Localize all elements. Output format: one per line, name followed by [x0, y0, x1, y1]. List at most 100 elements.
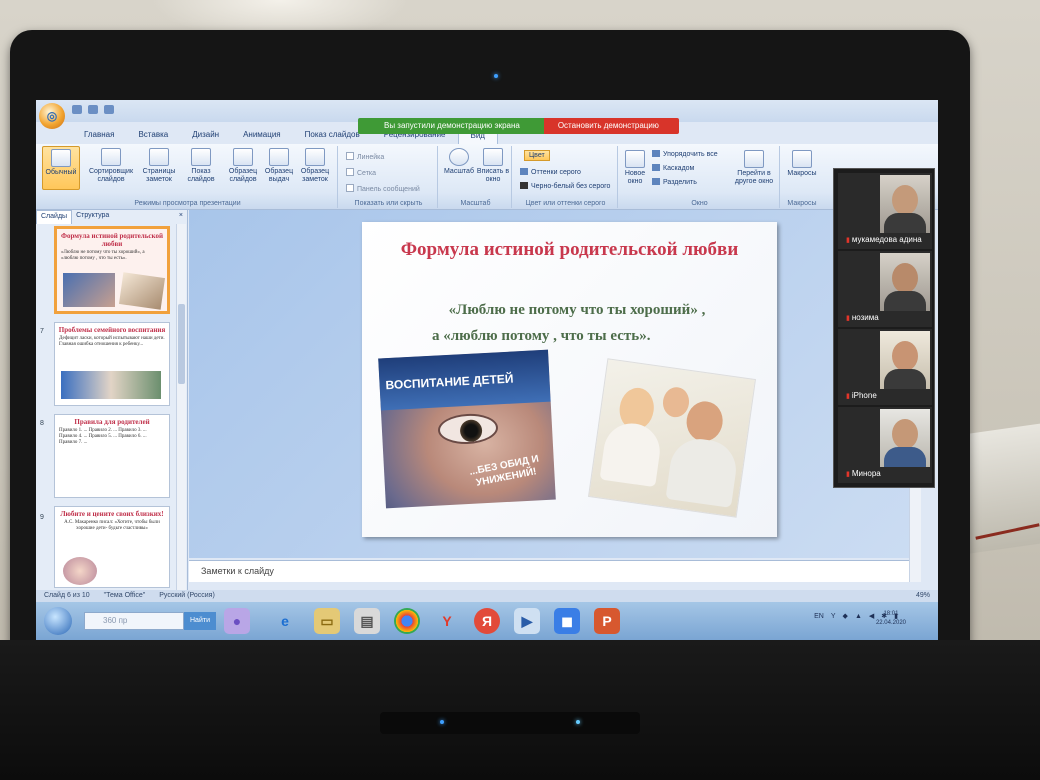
cascade-icon [652, 164, 660, 171]
thumbnail-text: «Люблю не потому что ты хороший», а «люб… [61, 250, 145, 261]
participant-tile[interactable]: Минора [838, 407, 932, 483]
zoom-app-icon[interactable]: ◼ [554, 608, 580, 634]
new-window-button[interactable]: Новое окно [620, 150, 650, 186]
slide-quote-line-2: а «люблю потому , что ты есть». [432, 328, 651, 344]
clock[interactable]: 18:01 22.04.2020 [876, 610, 906, 628]
black-white-icon [520, 182, 528, 189]
switch-window-button[interactable]: Перейти в другое окно [730, 150, 778, 186]
zoom-label: Масштаб [444, 168, 474, 175]
split-button[interactable]: Разделить [652, 178, 697, 186]
volume-icon[interactable]: ◀ [869, 612, 874, 620]
powerpoint-icon[interactable]: P [594, 608, 620, 634]
group-presentation-views: Обычный Сортировщик слайдов Страницы зам… [38, 146, 338, 208]
zoom-level[interactable]: 49% [916, 592, 930, 600]
grid-checkbox[interactable]: Сетка [346, 168, 376, 177]
save-icon[interactable] [72, 105, 82, 114]
slides-panel: Слайды Структура × Формула истиной родит… [36, 210, 188, 590]
macros-button[interactable]: Макросы [784, 150, 820, 178]
participant-video-strip: мукамедова адина нозима iPhone Минора [833, 168, 935, 488]
thumbnails-scrollbar[interactable] [176, 224, 186, 590]
file-icon[interactable]: ▤ [354, 608, 380, 634]
color-button[interactable]: Цвет [524, 150, 550, 161]
current-slide[interactable]: Формула истиной родительской любви «Любл… [362, 222, 777, 537]
thumbnail-text: А.С. Макаренко писал: «Хотите, чтобы был… [64, 520, 160, 531]
start-button[interactable] [44, 607, 72, 635]
notes-page-button[interactable]: Страницы заметок [140, 148, 178, 184]
slideshow-label: Показ слайдов [187, 168, 215, 183]
arrange-all-label: Упорядочить все [663, 151, 718, 158]
undo-icon[interactable] [88, 105, 98, 114]
tab-outline[interactable]: Структура [72, 210, 113, 224]
tab-animation[interactable]: Анимация [231, 126, 293, 144]
slideshow-button[interactable]: Показ слайдов [182, 148, 220, 184]
grayscale-icon [520, 168, 528, 175]
input-language[interactable]: EN [814, 613, 824, 620]
thumbnail-title: Любите и цените своих близких! [60, 510, 164, 518]
tab-home[interactable]: Главная [72, 126, 126, 144]
scrollbar-thumb[interactable] [178, 304, 185, 384]
participant-tile[interactable]: нозима [838, 251, 932, 327]
grayscale-label: Оттенки серого [531, 169, 581, 176]
slide-thumbnail-6[interactable]: Формула истиной родительской любви «Любл… [54, 226, 170, 314]
thumbnail-number: 7 [40, 328, 44, 335]
slide-master-button[interactable]: Образец слайдов [224, 148, 262, 184]
notes-placeholder[interactable]: Заметки к слайду [189, 560, 909, 582]
tab-design[interactable]: Дизайн [180, 126, 231, 144]
normal-view-button[interactable]: Обычный [42, 146, 80, 190]
shield-icon[interactable]: ◆ [843, 612, 848, 620]
chrome-icon[interactable] [394, 608, 420, 634]
network-icon[interactable]: ▲ [855, 613, 862, 620]
participant-face [892, 419, 918, 449]
participant-face [892, 185, 918, 215]
slide-thumbnail-9[interactable]: Любите и цените своих близких! А.С. Мака… [54, 506, 170, 588]
grayscale-button[interactable]: Оттенки серого [520, 168, 581, 176]
notes-master-button[interactable]: Образец заметок [296, 148, 334, 184]
fit-to-window-button[interactable]: Вписать в окно [474, 148, 512, 184]
participant-tile[interactable]: мукамедова адина [838, 173, 932, 249]
thumbnail-title: Проблемы семейного воспитания [58, 326, 166, 334]
zoom-button[interactable]: Масштаб [440, 148, 478, 176]
message-bar-checkbox[interactable]: Панель сообщений [346, 184, 420, 193]
language-indicator[interactable]: Русский (Россия) [159, 592, 215, 600]
cascade-label: Каскадом [663, 165, 695, 172]
fit-to-window-label: Вписать в окно [476, 168, 510, 183]
app-icon[interactable]: ● [224, 608, 250, 634]
black-white-button[interactable]: Черно-белый без серого [520, 182, 610, 190]
eye-graphic [437, 412, 499, 446]
switch-window-icon [744, 150, 764, 168]
slide-sorter-icon [101, 148, 121, 166]
yandex-tray-icon[interactable]: Y [831, 613, 836, 620]
arrange-all-button[interactable]: Упорядочить все [652, 150, 718, 158]
slide-thumbnail-8[interactable]: Правила для родителей Правило 1. ... Пра… [54, 414, 170, 498]
thumbnail-title: Правила для родителей [74, 418, 150, 426]
yandex-browser-icon[interactable]: Y [434, 608, 460, 634]
slide-sorter-button[interactable]: Сортировщик слайдов [86, 148, 136, 184]
internet-explorer-icon[interactable]: e [272, 608, 298, 634]
media-player-icon[interactable]: ▶ [514, 608, 540, 634]
participant-face [892, 263, 918, 293]
folder-icon[interactable]: ▭ [314, 608, 340, 634]
tab-insert[interactable]: Вставка [126, 126, 180, 144]
tab-slides[interactable]: Слайды [36, 210, 73, 224]
screen-share-bar: Вы запустили демонстрацию экрана Останов… [358, 118, 679, 134]
thumbnail-text: Правило 1. ... Правило 2. ... Правило 3.… [59, 428, 147, 445]
office-button[interactable]: ◎ [39, 103, 65, 129]
yandex-icon[interactable]: Я [474, 608, 500, 634]
taskbar-search-input[interactable]: 360 пр [84, 612, 184, 630]
slide-thumbnail-7[interactable]: Проблемы семейного воспитания Дефицит ла… [54, 322, 170, 406]
handout-master-button[interactable]: Образец выдач [260, 148, 298, 184]
slide-master-label: Образец слайдов [228, 168, 258, 183]
redo-icon[interactable] [104, 105, 114, 114]
group-label-show-hide: Показать или скрыть [354, 200, 423, 207]
cascade-button[interactable]: Каскадом [652, 164, 694, 172]
close-panel-icon[interactable]: × [175, 210, 187, 224]
ruler-checkbox[interactable]: Линейка [346, 152, 384, 161]
thumbnail-number: 8 [40, 420, 44, 427]
handout-master-icon [269, 148, 289, 166]
participant-tile[interactable]: iPhone [838, 329, 932, 405]
theme-name: "Тема Office" [103, 592, 146, 599]
image-caption-bottom: ...БЕЗ ОБИД И УНИЖЕНИЙ! [468, 453, 540, 489]
participant-video [880, 331, 930, 389]
stop-sharing-button[interactable]: Остановить демонстрацию [543, 118, 679, 134]
taskbar-search-button[interactable]: Найти [184, 612, 216, 630]
